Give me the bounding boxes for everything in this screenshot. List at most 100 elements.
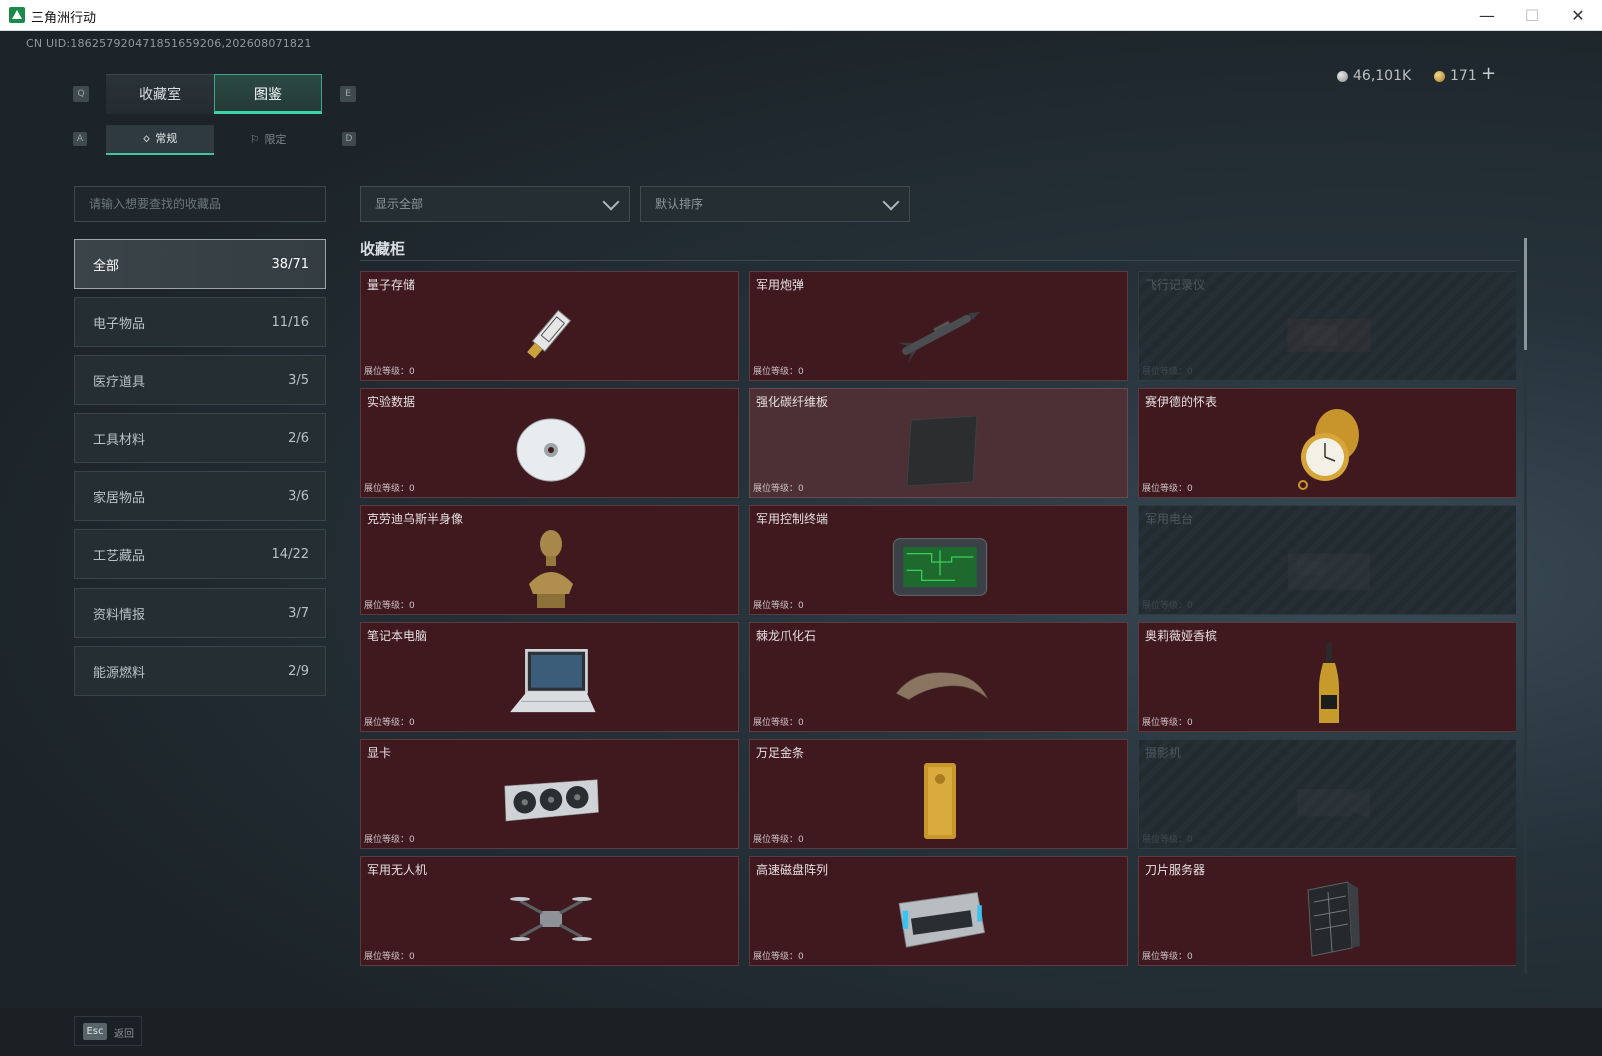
close-button[interactable]: ✕ <box>1556 3 1600 29</box>
card-name: 军用电台 <box>1145 512 1194 526</box>
bottle-icon: 🝔 <box>142 132 151 145</box>
disk-array-icon <box>890 875 990 961</box>
graphics-card-icon <box>501 758 601 844</box>
card-level: 展位等级：0 <box>364 601 415 611</box>
collection-card-quantum-storage[interactable]: 量子存储 展位等级：0 <box>360 271 739 381</box>
gold-currency: 171 <box>1434 65 1477 87</box>
grid-scrollbar-thumb[interactable] <box>1524 238 1527 350</box>
app-root: 三角洲行动 — ☐ ✕ CN UID:1862579204718516592​0… <box>0 0 1602 1056</box>
subtab-limited[interactable]: ⚐ 限定 <box>214 125 322 155</box>
collection-card-camera[interactable]: 摄影机 展位等级：0 <box>1138 739 1516 849</box>
control-terminal-icon <box>890 524 990 610</box>
category-label: 能源燃料 <box>93 665 146 681</box>
silver-coin-icon <box>1337 70 1348 82</box>
sort-dropdown-value: 默认排序 <box>655 197 704 211</box>
card-name: 棘龙爪化石 <box>756 629 817 643</box>
card-name: 克劳迪乌斯半身像 <box>367 512 464 526</box>
carbon-plate-icon <box>890 407 990 493</box>
collection-card-military-shell[interactable]: 军用炮弹 展位等级：0 <box>749 271 1128 381</box>
collection-card-pocket-watch[interactable]: 赛伊德的怀表 展位等级：0 <box>1138 388 1516 498</box>
category-medical[interactable]: 医疗道具 3/5 <box>74 355 326 405</box>
filter-dropdown[interactable]: 显示全部 <box>360 186 630 222</box>
collection-card-experiment-data[interactable]: 实验数据 展位等级：0 <box>360 388 739 498</box>
subtab-regular-label: 常规 <box>155 132 178 145</box>
filter-dropdown-value: 显示全部 <box>375 197 424 211</box>
card-level: 展位等级：0 <box>753 718 804 728</box>
card-name: 军用控制终端 <box>756 512 829 526</box>
chevron-down-icon <box>602 193 620 211</box>
collection-grid: 量子存储 展位等级：0 军用炮弹 展位等级：0 飞行记录仪 展位等级：0 实验数… <box>360 271 1516 975</box>
card-level: 展位等级：0 <box>364 835 415 845</box>
silver-amount: 46,101K <box>1353 68 1412 84</box>
flight-recorder-icon <box>1279 290 1379 376</box>
collection-search-input[interactable] <box>74 186 326 222</box>
collection-card-graphics-card[interactable]: 显卡 展位等级：0 <box>360 739 739 849</box>
collection-card-claudius-bust[interactable]: 克劳迪乌斯半身像 展位等级：0 <box>360 505 739 615</box>
minimize-button[interactable]: — <box>1465 3 1509 29</box>
category-count: 3/7 <box>288 605 309 621</box>
category-count: 38/71 <box>271 256 309 272</box>
category-label: 全部 <box>93 258 120 274</box>
card-level: 展位等级：0 <box>753 601 804 611</box>
collection-card-gold-bar[interactable]: 万足金条 展位等级：0 <box>749 739 1128 849</box>
maximize-button[interactable]: ☐ <box>1510 3 1554 29</box>
usb-drive-icon <box>501 290 601 376</box>
card-level: 展位等级：0 <box>1142 601 1193 611</box>
collection-card-laptop[interactable]: 笔记本电脑 展位等级：0 <box>360 622 739 732</box>
card-name: 万足金条 <box>756 746 805 760</box>
card-name: 高速磁盘阵列 <box>756 863 829 877</box>
category-count: 3/6 <box>288 488 309 504</box>
section-title: 收藏柜 <box>360 240 406 258</box>
category-electronics[interactable]: 电子物品 11/16 <box>74 297 326 347</box>
category-intel[interactable]: 资料情报 3/7 <box>74 588 326 638</box>
card-name: 摄影机 <box>1145 746 1182 760</box>
tab-catalog[interactable]: 图鉴 <box>214 74 322 114</box>
card-name: 奥莉薇娅香槟 <box>1145 629 1218 643</box>
category-crafts[interactable]: 工艺藏品 14/22 <box>74 529 326 579</box>
card-name: 笔记本电脑 <box>367 629 428 643</box>
sort-dropdown[interactable]: 默认排序 <box>640 186 910 222</box>
collection-card-military-drone[interactable]: 军用无人机 展位等级：0 <box>360 856 739 966</box>
laptop-icon <box>501 641 601 727</box>
card-level: 展位等级：0 <box>364 952 415 962</box>
collection-card-military-terminal[interactable]: 军用控制终端 展位等级：0 <box>749 505 1128 615</box>
key-hint-q: Q <box>73 86 89 102</box>
card-level: 展位等级：0 <box>1142 952 1193 962</box>
collection-card-claw-fossil[interactable]: 棘龙爪化石 展位等级：0 <box>749 622 1128 732</box>
app-logo-icon <box>9 7 25 23</box>
collection-card-military-radio[interactable]: 军用电台 展位等级：0 <box>1138 505 1516 615</box>
card-name: 量子存储 <box>367 278 416 292</box>
collection-card-disk-array[interactable]: 高速磁盘阵列 展位等级：0 <box>749 856 1128 966</box>
tab-collection-room[interactable]: 收藏室 <box>106 74 214 114</box>
category-all[interactable]: 全部 38/71 <box>74 239 326 289</box>
player-uid: CN UID:1862579204718516592​06,2026080718… <box>26 37 312 50</box>
collection-card-champagne[interactable]: 奥莉薇娅香槟 展位等级：0 <box>1138 622 1516 732</box>
card-level: 展位等级：0 <box>753 835 804 845</box>
category-household[interactable]: 家居物品 3/6 <box>74 471 326 521</box>
subtab-regular[interactable]: 🝔 常规 <box>106 125 214 155</box>
back-label: 返回 <box>114 1029 134 1040</box>
category-fuel[interactable]: 能源燃料 2/9 <box>74 646 326 696</box>
gold-amount: 171 <box>1450 68 1477 84</box>
card-level: 展位等级：0 <box>364 367 415 377</box>
category-count: 11/16 <box>271 314 309 330</box>
category-label: 工艺藏品 <box>93 548 146 564</box>
card-name: 显卡 <box>367 746 392 760</box>
category-count: 14/22 <box>271 546 309 562</box>
drone-icon <box>501 875 601 961</box>
collection-card-carbon-fiber-plate[interactable]: 强化碳纤维板 展位等级：0 <box>749 388 1128 498</box>
collection-card-flight-recorder[interactable]: 飞行记录仪 展位等级：0 <box>1138 271 1516 381</box>
add-currency-button[interactable]: + <box>1481 63 1496 84</box>
card-name: 赛伊德的怀表 <box>1145 395 1218 409</box>
category-count: 2/6 <box>288 430 309 446</box>
card-level: 展位等级：0 <box>1142 367 1193 377</box>
collection-card-blade-server[interactable]: 刀片服务器 展位等级：0 <box>1138 856 1516 966</box>
subtab-limited-label: 限定 <box>264 133 287 146</box>
card-name: 军用炮弹 <box>756 278 805 292</box>
card-level: 展位等级：0 <box>753 952 804 962</box>
chevron-down-icon <box>882 193 900 211</box>
camera-icon <box>1279 758 1379 844</box>
category-tools[interactable]: 工具材料 2/6 <box>74 413 326 463</box>
bottom-bar <box>0 1008 1602 1056</box>
card-level: 展位等级：0 <box>753 367 804 377</box>
